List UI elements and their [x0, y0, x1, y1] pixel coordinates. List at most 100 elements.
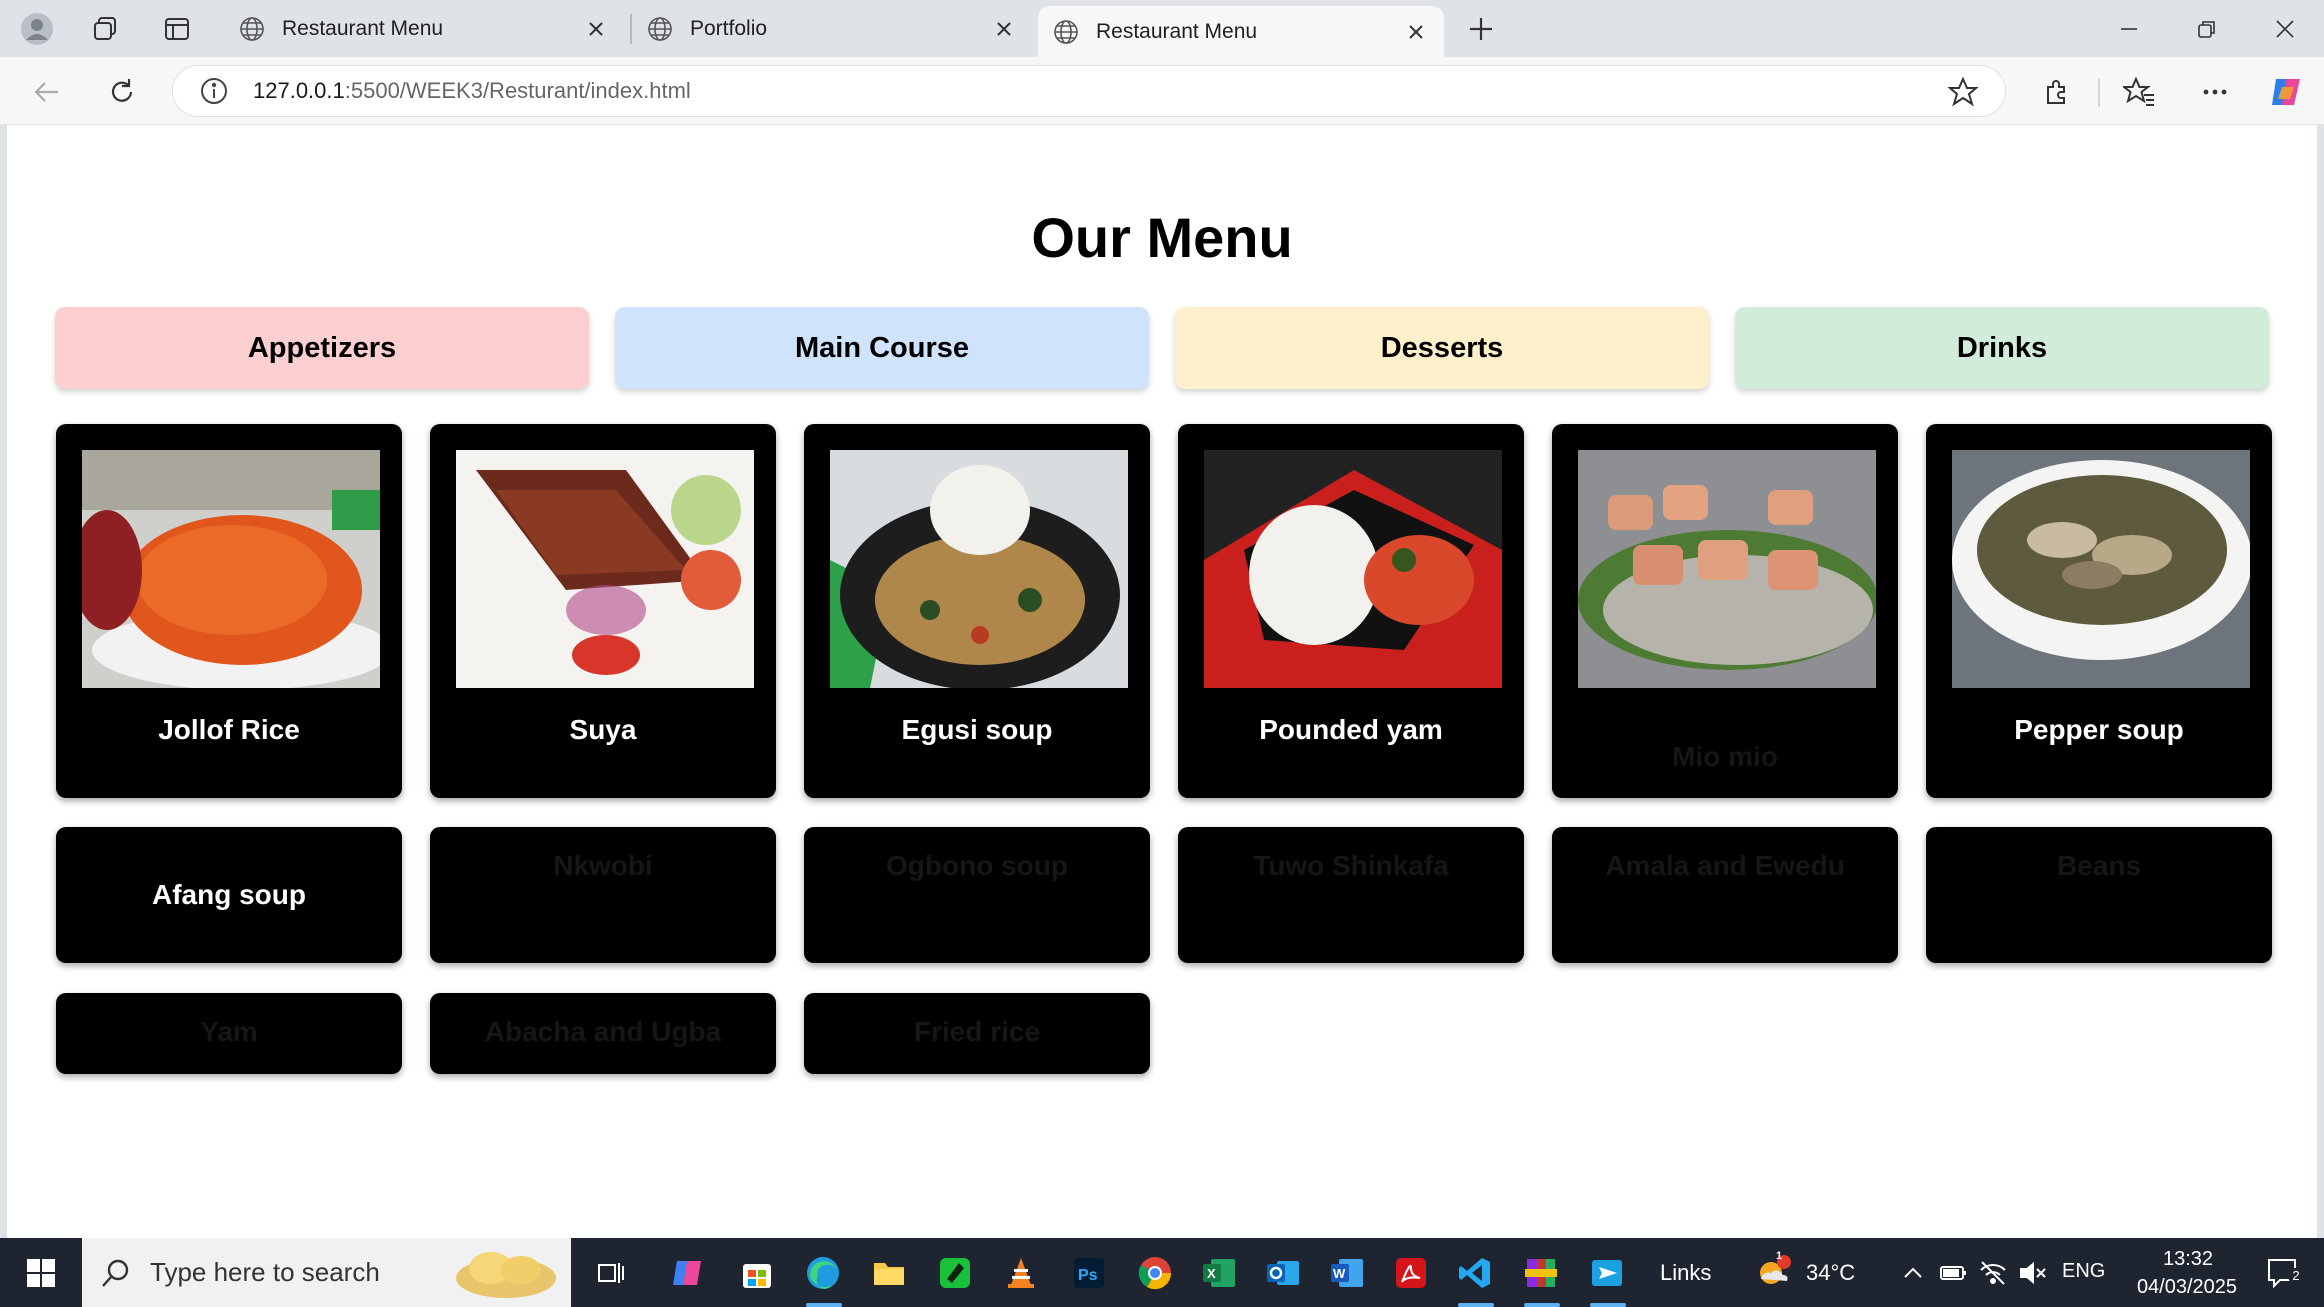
tab-restaurant-menu-active[interactable]: Restaurant Menu: [1038, 6, 1444, 57]
edge-browser-icon[interactable]: [798, 1248, 848, 1298]
send-app-icon[interactable]: [1582, 1248, 1632, 1298]
jollof-rice-image: [82, 450, 380, 688]
menu-card-abacha-and-ugba[interactable]: Abacha and Ugba: [430, 993, 776, 1074]
weather-temperature[interactable]: 34°C: [1806, 1260, 1855, 1286]
taskbar-search-box[interactable]: Type here to search: [82, 1238, 571, 1307]
menu-item-name: Afang soup: [152, 879, 306, 910]
windows-start-icon[interactable]: [16, 1248, 66, 1298]
more-options-icon[interactable]: [2192, 69, 2238, 115]
copilot-taskbar-icon[interactable]: [664, 1248, 714, 1298]
search-icon: [102, 1259, 129, 1287]
svg-text:X: X: [1207, 1266, 1216, 1281]
url-path: :5500/WEEK3/Resturant/index.html: [344, 78, 691, 103]
copilot-icon[interactable]: [2264, 69, 2310, 115]
menu-card-ogbono-soup[interactable]: Ogbono soup: [804, 827, 1150, 963]
new-tab-icon[interactable]: [1456, 8, 1506, 50]
tab-portfolio[interactable]: Portfolio: [632, 6, 1032, 51]
menu-card-beans[interactable]: Beans: [1926, 827, 2272, 963]
acrobat-icon[interactable]: [1386, 1248, 1436, 1298]
green-app-icon[interactable]: [930, 1248, 980, 1298]
menu-card-jollof-rice[interactable]: Jollof Rice: [56, 424, 402, 798]
back-icon[interactable]: [24, 69, 70, 115]
volume-muted-icon[interactable]: [2008, 1248, 2058, 1298]
favorite-star-icon[interactable]: [1947, 76, 1979, 108]
egusi-soup-image: [830, 450, 1128, 688]
outlook-icon[interactable]: [1258, 1248, 1308, 1298]
moi-moi-image: [1578, 450, 1876, 688]
menu-item-name: Fried rice: [913, 1016, 1041, 1047]
category-drinks-button[interactable]: Drinks: [1735, 307, 2269, 389]
menu-item-name: Egusi soup: [901, 714, 1053, 745]
menu-card-yam[interactable]: Yam: [56, 993, 402, 1074]
favorites-icon[interactable]: [2116, 69, 2162, 115]
category-appetizers-button[interactable]: Appetizers: [55, 307, 589, 389]
file-explorer-icon[interactable]: [864, 1248, 914, 1298]
vlc-icon[interactable]: [996, 1248, 1046, 1298]
svg-text:W: W: [1333, 1266, 1346, 1281]
close-tab-icon[interactable]: [1402, 18, 1430, 46]
profile-icon[interactable]: [12, 8, 62, 50]
active-app-indicator: [806, 1303, 842, 1307]
menu-card-fried-rice[interactable]: Fried rice: [804, 993, 1150, 1074]
menu-item-name: Suya: [569, 714, 637, 745]
suya-image: [456, 450, 754, 688]
active-app-indicator: [1458, 1303, 1494, 1307]
category-main-course-button[interactable]: Main Course: [615, 307, 1149, 389]
menu-card-egusi-soup[interactable]: Egusi soup: [804, 424, 1150, 798]
active-app-indicator: [1590, 1303, 1626, 1307]
chrome-icon[interactable]: [1130, 1248, 1180, 1298]
refresh-icon[interactable]: [99, 69, 145, 115]
toolbar-separator: [2098, 79, 2100, 107]
menu-item-name: Beans: [2056, 850, 2142, 881]
menu-item-name: Tuwo Shinkafa: [1253, 850, 1449, 881]
tab-title: Restaurant Menu: [1096, 19, 1258, 43]
menu-card-suya[interactable]: Suya: [430, 424, 776, 798]
menu-card-amala-and-ewedu[interactable]: Amala and Ewedu: [1552, 827, 1898, 963]
winrar-icon[interactable]: [1516, 1248, 1566, 1298]
links-toolbar-label[interactable]: Links: [1660, 1260, 1711, 1286]
input-language[interactable]: ENG: [2062, 1260, 2105, 1283]
notifications-count: 2: [2288, 1268, 2304, 1284]
menu-card-pounded-yam[interactable]: Pounded yam: [1178, 424, 1524, 798]
menu-item-name: Ogbono soup: [886, 850, 1068, 881]
photoshop-icon[interactable]: Ps: [1064, 1248, 1114, 1298]
site-info-icon[interactable]: [199, 76, 229, 106]
taskbar-time[interactable]: 13:32: [2138, 1248, 2238, 1271]
word-icon[interactable]: W: [1322, 1248, 1372, 1298]
active-app-indicator: [1524, 1303, 1560, 1307]
menu-item-name: Amala and Ewedu: [1605, 850, 1845, 881]
tab-actions-icon[interactable]: [152, 8, 202, 50]
close-tab-icon[interactable]: [990, 15, 1018, 43]
pepper-soup-image: [1952, 450, 2250, 688]
pounded-yam-image: [1204, 450, 1502, 688]
task-view-icon[interactable]: [586, 1248, 636, 1298]
workspaces-icon[interactable]: [80, 8, 130, 50]
menu-card-pepper-soup[interactable]: Pepper soup: [1926, 424, 2272, 798]
menu-item-name: Nkwobi: [553, 850, 653, 881]
minimize-icon[interactable]: [2090, 0, 2168, 57]
browser-tab-strip: Restaurant Menu Portfolio Restaurant Men…: [0, 0, 2324, 57]
menu-card-mio-mio[interactable]: Mio mio: [1552, 424, 1898, 798]
address-bar[interactable]: 127.0.0.1:5500/WEEK3/Resturant/index.htm…: [172, 65, 2006, 117]
browser-toolbar: 127.0.0.1:5500/WEEK3/Resturant/index.htm…: [0, 57, 2324, 125]
svg-text:Ps: Ps: [1078, 1267, 1098, 1284]
menu-card-nkwobi[interactable]: Nkwobi: [430, 827, 776, 963]
windows-taskbar: Type here to search Ps X W Links 1 34°C …: [0, 1238, 2324, 1307]
microsoft-store-icon[interactable]: [732, 1248, 782, 1298]
restore-icon[interactable]: [2168, 0, 2246, 57]
page-viewport: Our Menu Appetizers Main Course Desserts…: [7, 125, 2317, 1238]
excel-icon[interactable]: X: [1194, 1248, 1244, 1298]
weather-icon[interactable]: 1: [1748, 1248, 1798, 1298]
tab-restaurant-menu-1[interactable]: Restaurant Menu: [224, 6, 624, 51]
menu-card-tuwo-shinkafa[interactable]: Tuwo Shinkafa: [1178, 827, 1524, 963]
close-tab-icon[interactable]: [582, 15, 610, 43]
close-window-icon[interactable]: [2246, 0, 2324, 57]
category-desserts-button[interactable]: Desserts: [1175, 307, 1709, 389]
vscode-icon[interactable]: [1450, 1248, 1500, 1298]
menu-card-afang-soup[interactable]: Afang soup: [56, 827, 402, 963]
taskbar-date[interactable]: 04/03/2025: [2120, 1276, 2254, 1299]
extensions-icon[interactable]: [2034, 69, 2080, 115]
notifications-icon[interactable]: 2: [2260, 1248, 2310, 1298]
globe-icon: [1054, 19, 1078, 44]
page-title: Our Menu: [1031, 206, 1293, 269]
